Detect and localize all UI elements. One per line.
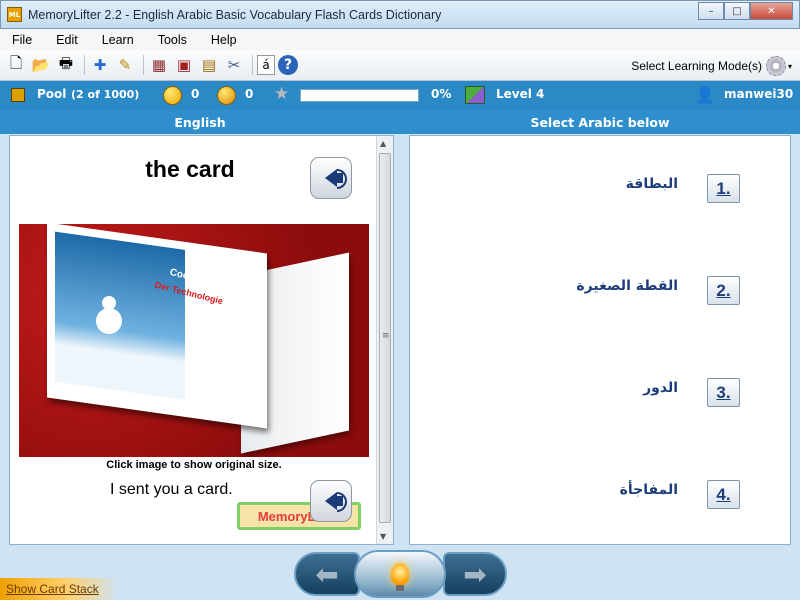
sound-waves-icon xyxy=(337,492,347,512)
correct-count: 0 xyxy=(191,87,200,101)
progress-bar xyxy=(300,89,419,102)
menu-learn[interactable]: Learn xyxy=(100,33,136,47)
answer-header: Select Arabic below xyxy=(400,110,800,134)
show-card-stack-link[interactable]: Show Card Stack xyxy=(0,578,118,600)
new-document-icon[interactable]: 🗋 xyxy=(5,54,27,76)
character-map-icon[interactable]: á xyxy=(257,55,275,75)
hint-button[interactable] xyxy=(354,550,446,598)
example-sentence: I sent you a card. xyxy=(110,481,233,498)
vertical-scrollbar[interactable]: ▲ ≡ ▼ xyxy=(376,136,393,544)
level-icon xyxy=(465,86,485,104)
answer-option-2-button[interactable]: 2. xyxy=(707,276,740,305)
toolbar-separator xyxy=(84,55,85,75)
answer-option-4-button[interactable]: 4. xyxy=(707,480,740,509)
lightbulb-icon xyxy=(391,563,409,591)
learning-mode-label: Select Learning Mode(s) xyxy=(631,59,762,73)
presentation-icon[interactable]: ▦ xyxy=(148,54,170,76)
maximize-button[interactable]: □ xyxy=(724,2,750,20)
progress-percent: 0% xyxy=(431,87,452,101)
sound-waves-icon xyxy=(337,169,347,189)
menu-tools[interactable]: Tools xyxy=(156,33,189,47)
answer-option-3-text[interactable]: الدور xyxy=(643,380,678,396)
play-word-audio-button[interactable] xyxy=(310,157,352,199)
menu-edit[interactable]: Edit xyxy=(54,33,80,47)
image-caption: Click image to show original size. xyxy=(106,459,282,471)
toolbar: 🗋 📂 🖶 ✚ ✎ ▦ ▣ ▤ ✂ á ? Select Learning Mo… xyxy=(0,50,800,81)
print-icon[interactable]: 🖶 xyxy=(55,54,77,76)
answer-option-4-text[interactable]: المفاجأة xyxy=(620,482,678,498)
title-bar: ML MemoryLifter 2.2 - English Arabic Bas… xyxy=(0,0,800,29)
wrong-smiley-icon xyxy=(217,86,236,105)
answer-panel: البطاقة 1. القطة الصغيرة 2. الدور 3. الم… xyxy=(409,135,791,545)
username: manwei30 xyxy=(724,87,794,101)
minimize-button[interactable]: – xyxy=(698,2,724,20)
question-panel: the card Cool Testing Der Technologie Cl… xyxy=(9,135,394,545)
scroll-grip-icon: ≡ xyxy=(382,331,390,341)
snowman-figure xyxy=(94,296,124,336)
chevron-down-icon: ▾ xyxy=(787,61,792,71)
dictionary-icon[interactable]: ▤ xyxy=(198,54,220,76)
image-card-front xyxy=(47,224,267,429)
window-title: MemoryLifter 2.2 - English Arabic Basic … xyxy=(28,7,442,22)
learning-mode-selector[interactable]: Select Learning Mode(s) ▾ xyxy=(631,56,792,76)
question-image[interactable]: Cool Testing Der Technologie xyxy=(19,224,369,457)
question-language-label: English xyxy=(174,114,226,130)
answer-option-3-button[interactable]: 3. xyxy=(707,378,740,407)
previous-card-button[interactable]: ⬅ xyxy=(294,552,360,596)
app-icon: ML xyxy=(7,7,22,22)
play-sentence-audio-button[interactable] xyxy=(310,480,352,522)
answer-option-1-button[interactable]: 1. xyxy=(707,174,740,203)
answer-option-2-text[interactable]: القطة الصغيرة xyxy=(576,278,678,294)
wrong-count: 0 xyxy=(245,87,254,101)
scroll-down-arrow-icon[interactable]: ▼ xyxy=(380,532,386,541)
answer-instruction-label: Select Arabic below xyxy=(530,114,670,130)
pool-label: Pool xyxy=(37,87,67,101)
user-icon: 👤 xyxy=(695,85,715,104)
scroll-up-arrow-icon[interactable]: ▲ xyxy=(380,139,386,148)
navigation-bar: ⬅ ➡ xyxy=(0,548,800,600)
slideshow-icon[interactable]: ▣ xyxy=(173,54,195,76)
speaker-icon xyxy=(325,169,343,187)
menu-file[interactable]: File xyxy=(10,33,34,47)
open-folder-icon[interactable]: 📂 xyxy=(30,54,52,76)
arrow-left-icon: ⬅ xyxy=(315,557,339,591)
add-card-icon[interactable]: ✚ xyxy=(89,54,111,76)
answer-option-1-text[interactable]: البطاقة xyxy=(626,176,678,192)
menu-bar: File Edit Learn Tools Help xyxy=(0,29,800,50)
correct-smiley-icon xyxy=(163,86,182,105)
next-card-button[interactable]: ➡ xyxy=(443,552,507,596)
help-icon[interactable]: ? xyxy=(278,55,298,75)
pool-icon xyxy=(11,88,25,102)
arrow-right-icon: ➡ xyxy=(463,557,487,591)
question-word: the card xyxy=(145,156,235,182)
gear-icon xyxy=(765,56,786,76)
toolbar-separator xyxy=(252,55,253,75)
question-header: English xyxy=(0,110,400,134)
level-label: Level 4 xyxy=(496,87,545,101)
edit-card-icon[interactable]: ✎ xyxy=(114,54,136,76)
speaker-icon xyxy=(325,492,343,510)
menu-help[interactable]: Help xyxy=(209,33,239,47)
star-icon: ★ xyxy=(274,84,290,104)
status-bar: Pool (2 of 1000) 0 0 ★ 0% Level 4 👤 manw… xyxy=(0,81,800,110)
close-button[interactable]: ✕ xyxy=(750,2,793,20)
toolbar-separator xyxy=(143,55,144,75)
window-controls: – □ ✕ xyxy=(698,2,793,20)
scroll-thumb[interactable]: ≡ xyxy=(379,153,391,523)
settings-tools-icon[interactable]: ✂ xyxy=(223,54,245,76)
pool-count: (2 of 1000) xyxy=(71,88,140,101)
